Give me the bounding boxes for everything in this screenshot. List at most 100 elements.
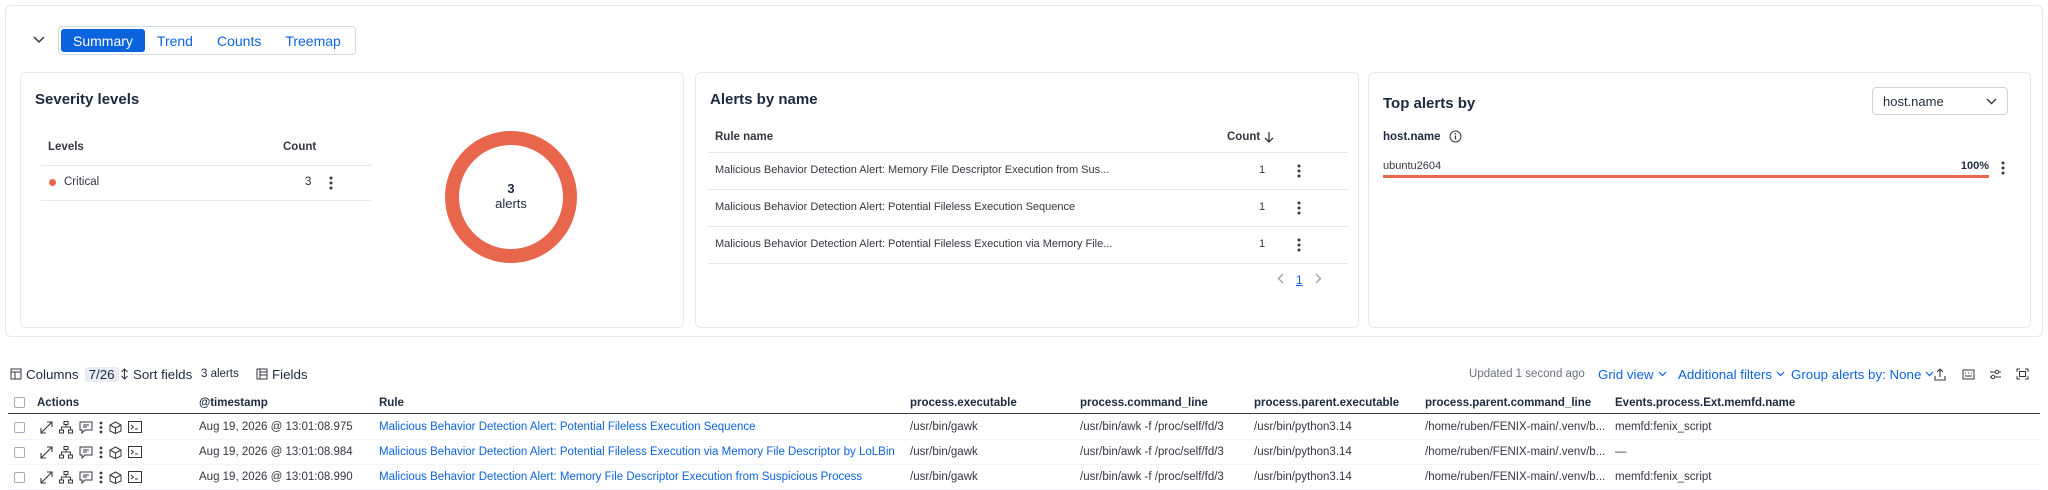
select-all-checkbox[interactable] bbox=[14, 397, 25, 408]
top-alert-host-name[interactable]: ubuntu2604 bbox=[1383, 160, 1441, 172]
top-alerts-card: Top alerts by host.name host.name ubuntu… bbox=[1368, 72, 2031, 328]
group-alerts-by-label: Group alerts by: None bbox=[1791, 366, 1922, 382]
table-row: Malicious Behavior Detection Alert: Memo… bbox=[708, 153, 1348, 190]
expand-icon[interactable] bbox=[40, 470, 53, 484]
group-by-select[interactable]: host.name bbox=[1872, 87, 2008, 115]
row-actions-button[interactable] bbox=[1291, 162, 1307, 180]
timestamp-cell: Aug 19, 2026 @ 13:01:08.984 bbox=[199, 446, 353, 458]
chevron-down-icon bbox=[1776, 371, 1785, 377]
session-view-icon[interactable] bbox=[109, 420, 122, 434]
process-executable-cell: /usr/bin/gawk bbox=[910, 471, 978, 483]
more-actions-icon[interactable] bbox=[99, 446, 103, 459]
severity-levels-card: Severity levels Levels Count Critical 3 … bbox=[20, 72, 684, 328]
terminal-icon[interactable] bbox=[128, 421, 142, 433]
pagination-page-1[interactable]: 1 bbox=[1296, 273, 1303, 287]
pagination-prev-button[interactable] bbox=[1277, 272, 1284, 287]
session-view-icon[interactable] bbox=[109, 470, 122, 484]
fields-button[interactable]: Fields bbox=[256, 366, 308, 382]
top-alerts-title: Top alerts by bbox=[1383, 95, 1476, 112]
chevron-down-icon bbox=[1658, 371, 1666, 377]
group-alerts-by-button[interactable]: Group alerts by: None bbox=[1791, 366, 1934, 382]
summary-panel: Summary Trend Counts Treemap Severity le… bbox=[5, 5, 2043, 337]
tab-summary[interactable]: Summary bbox=[61, 29, 145, 52]
rule-count-cell: 1 bbox=[1259, 238, 1266, 250]
expand-icon[interactable] bbox=[40, 445, 53, 459]
keyboard-icon bbox=[1962, 369, 1975, 379]
additional-filters-button[interactable]: Additional filters bbox=[1678, 366, 1785, 382]
columns-button[interactable]: Columns 7/26 bbox=[10, 366, 119, 382]
memfd-name-column-header[interactable]: Events.process.Ext.memfd.name bbox=[1615, 392, 1795, 413]
fullscreen-icon bbox=[2016, 368, 2029, 380]
fields-label: Fields bbox=[272, 366, 308, 382]
donut-unit: alerts bbox=[495, 196, 527, 211]
export-button[interactable] bbox=[1934, 366, 1946, 382]
rule-name-cell[interactable]: Malicious Behavior Detection Alert: Pote… bbox=[715, 238, 1112, 250]
display-settings-button[interactable] bbox=[1989, 366, 2002, 382]
vertical-dots-icon bbox=[2001, 161, 2005, 175]
columns-count-badge: 7/26 bbox=[84, 366, 119, 382]
analyze-event-icon[interactable] bbox=[59, 470, 73, 484]
keyboard-shortcuts-button[interactable] bbox=[1962, 366, 1975, 382]
rule-name-cell[interactable]: Malicious Behavior Detection Alert: Pote… bbox=[715, 201, 1075, 213]
collapse-button[interactable] bbox=[26, 30, 52, 50]
sort-icon bbox=[121, 368, 128, 380]
more-actions-icon[interactable] bbox=[99, 421, 103, 434]
timestamp-cell: Aug 19, 2026 @ 13:01:08.990 bbox=[199, 471, 353, 483]
session-view-icon[interactable] bbox=[109, 445, 122, 459]
vertical-dots-icon bbox=[1297, 201, 1301, 215]
grid-view-button[interactable]: Grid view bbox=[1598, 366, 1667, 382]
add-note-icon[interactable] bbox=[79, 471, 93, 484]
sort-fields-button[interactable]: Sort fields bbox=[120, 366, 192, 382]
table-row: Malicious Behavior Detection Alert: Pote… bbox=[708, 227, 1348, 264]
count-column-header[interactable]: Count bbox=[1227, 131, 1274, 143]
row-checkbox[interactable] bbox=[14, 446, 25, 458]
process-parent-executable-cell: /usr/bin/python3.14 bbox=[1254, 471, 1352, 483]
process-executable-column-header[interactable]: process.executable bbox=[910, 392, 1017, 413]
process-parent-command-line-column-header[interactable]: process.parent.command_line bbox=[1425, 392, 1591, 413]
terminal-icon[interactable] bbox=[128, 446, 142, 458]
rule-count-cell: 1 bbox=[1259, 201, 1266, 213]
top-alert-actions-button[interactable] bbox=[1995, 159, 2011, 177]
expand-icon[interactable] bbox=[40, 420, 53, 434]
donut-center-label: 3 alerts bbox=[441, 181, 581, 211]
timestamp-column-header[interactable]: @timestamp bbox=[199, 392, 268, 413]
process-executable-cell: /usr/bin/gawk bbox=[910, 446, 978, 458]
rule-column-header[interactable]: Rule bbox=[379, 392, 404, 413]
severity-level-label[interactable]: Critical bbox=[64, 176, 99, 188]
additional-filters-label: Additional filters bbox=[1678, 366, 1773, 382]
timestamp-cell: Aug 19, 2026 @ 13:01:08.975 bbox=[199, 421, 353, 433]
columns-label: Columns bbox=[26, 366, 79, 382]
row-checkbox[interactable] bbox=[14, 421, 25, 433]
row-checkbox[interactable] bbox=[14, 471, 25, 483]
analyze-event-icon[interactable] bbox=[59, 420, 73, 434]
tab-treemap[interactable]: Treemap bbox=[273, 29, 353, 52]
rule-link[interactable]: Malicious Behavior Detection Alert: Pote… bbox=[379, 415, 756, 439]
process-parent-executable-column-header[interactable]: process.parent.executable bbox=[1254, 392, 1399, 413]
fullscreen-button[interactable] bbox=[2016, 366, 2029, 382]
rule-link[interactable]: Malicious Behavior Detection Alert: Memo… bbox=[379, 465, 862, 489]
rule-link[interactable]: Malicious Behavior Detection Alert: Pote… bbox=[379, 440, 895, 464]
process-parent-executable-cell: /usr/bin/python3.14 bbox=[1254, 446, 1352, 458]
row-actions-button[interactable] bbox=[1291, 236, 1307, 254]
severity-row-actions-button[interactable] bbox=[323, 174, 339, 192]
memfd-name-cell: memfd:fenix_script bbox=[1615, 421, 1712, 433]
tab-counts[interactable]: Counts bbox=[205, 29, 273, 52]
view-tabs: Summary Trend Counts Treemap bbox=[58, 26, 356, 55]
more-actions-icon[interactable] bbox=[99, 471, 103, 484]
analyze-event-icon[interactable] bbox=[59, 445, 73, 459]
add-note-icon[interactable] bbox=[79, 446, 93, 459]
process-command-line-column-header[interactable]: process.command_line bbox=[1080, 392, 1208, 413]
critical-dot-icon bbox=[49, 179, 56, 186]
updated-label: Updated 1 second ago bbox=[1469, 368, 1585, 380]
row-actions-button[interactable] bbox=[1291, 199, 1307, 217]
tab-trend[interactable]: Trend bbox=[145, 29, 205, 52]
terminal-icon[interactable] bbox=[128, 471, 142, 483]
info-icon[interactable] bbox=[1449, 130, 1462, 143]
chevron-down-icon bbox=[33, 36, 45, 44]
vertical-dots-icon bbox=[329, 176, 333, 190]
pagination-next-button[interactable] bbox=[1315, 272, 1322, 287]
sort-fields-label: Sort fields bbox=[133, 366, 193, 382]
add-note-icon[interactable] bbox=[79, 421, 93, 434]
rule-name-cell[interactable]: Malicious Behavior Detection Alert: Memo… bbox=[715, 164, 1109, 176]
alerts-table-header: Actions @timestamp Rule process.executab… bbox=[8, 392, 2040, 414]
